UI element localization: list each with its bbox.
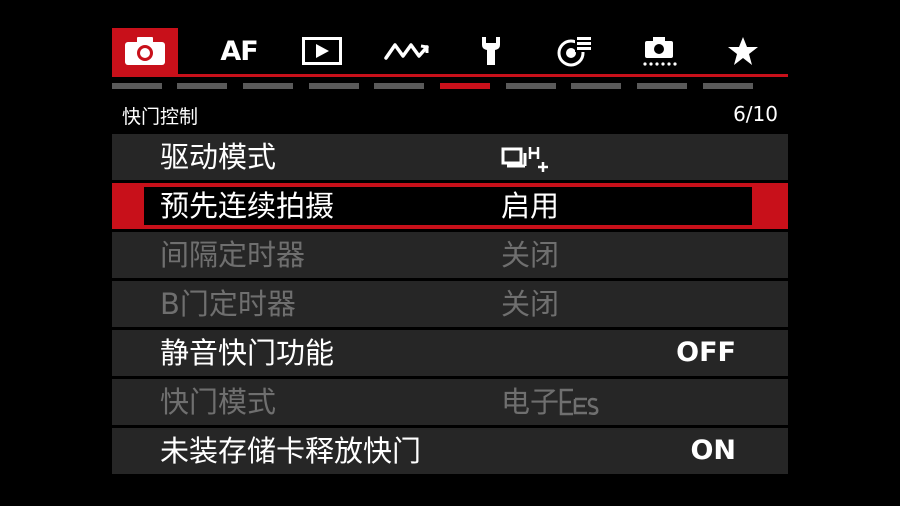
af-icon: AF — [220, 35, 258, 67]
menu-item-label: 预先连续拍摄 — [160, 189, 335, 223]
page-indicator — [112, 83, 788, 89]
custom-function-icon — [557, 36, 592, 67]
page-number: 6/10 — [733, 102, 778, 126]
page-segment — [637, 83, 687, 89]
wrench-icon — [482, 37, 500, 65]
page-segment — [177, 83, 227, 89]
tab-custom-functions[interactable] — [542, 28, 608, 74]
menu-item-shutter-mode: 快门模式 电子 — [112, 379, 788, 425]
menu-item-value: 电子 — [501, 383, 599, 421]
page-segment — [703, 83, 753, 89]
menu-item-bulb-timer: B门定时器 关闭 — [112, 281, 788, 327]
tab-shooting[interactable] — [112, 28, 178, 74]
wireless-icon — [384, 43, 429, 60]
menu-item-label: 快门模式 — [160, 385, 277, 419]
menu-item-label: B门定时器 — [160, 287, 296, 321]
page-segment — [112, 83, 162, 89]
menu-item-value: ON — [690, 435, 736, 466]
drive-mode-icon — [501, 144, 551, 182]
page-segment — [243, 83, 293, 89]
page-segment — [309, 83, 359, 89]
star-icon — [728, 37, 758, 65]
page-segment — [571, 83, 621, 89]
page-title: 快门控制 — [122, 106, 199, 128]
tab-af[interactable]: AF — [206, 28, 272, 74]
tab-playback[interactable] — [289, 28, 355, 74]
page-segment-active — [440, 83, 490, 89]
menu-item-silent-shutter[interactable]: 静音快门功能 OFF — [112, 330, 788, 376]
page-segment — [374, 83, 424, 89]
playback-icon — [302, 37, 342, 65]
shutter-mode-text: 电子 — [501, 385, 560, 419]
tab-underline — [112, 74, 788, 77]
menu-item-interval-timer: 间隔定时器 关闭 — [112, 232, 788, 278]
tab-my-menu[interactable] — [710, 28, 776, 74]
menu-header: 快门控制 6/10 — [112, 94, 788, 132]
menu-item-value: 启用 — [501, 189, 560, 223]
menu-item-label: 静音快门功能 — [160, 336, 335, 370]
menu-item-label: 间隔定时器 — [160, 238, 306, 272]
camera-icon — [125, 37, 165, 65]
menu-item-value: OFF — [676, 337, 736, 368]
menu-item-value: 关闭 — [501, 238, 560, 272]
dust-delete-icon — [643, 37, 677, 66]
tab-setup[interactable] — [458, 28, 524, 74]
menu-item-value: 关闭 — [501, 287, 560, 321]
electronic-shutter-icon — [559, 388, 599, 416]
menu-item-label: 未装存储卡释放快门 — [160, 434, 422, 468]
tab-wireless[interactable] — [374, 28, 440, 74]
menu-item-label: 驱动模式 — [160, 140, 277, 174]
page-segment — [506, 83, 556, 89]
menu-item-release-without-card[interactable]: 未装存储卡释放快门 ON — [112, 428, 788, 474]
menu-tab-bar: AF — [112, 28, 788, 74]
menu-frame: AF 快门控制 6/10 驱动模式 预先连续拍摄 启用 间隔定时器 关闭 B门定… — [112, 28, 788, 474]
menu-item-pre-continuous-shooting[interactable]: 预先连续拍摄 启用 — [112, 183, 788, 229]
tab-maintenance[interactable] — [626, 28, 692, 74]
menu-item-drive-mode[interactable]: 驱动模式 — [112, 134, 788, 180]
